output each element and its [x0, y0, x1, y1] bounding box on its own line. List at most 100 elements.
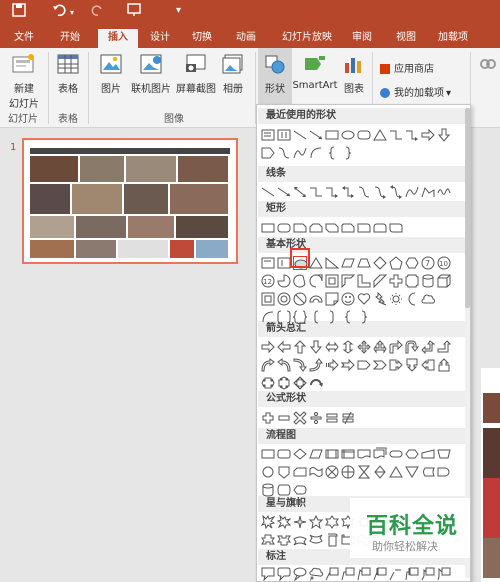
up-arrow-shape-icon[interactable]: [293, 340, 307, 354]
right-arrow-callout-shape-icon[interactable]: [389, 358, 403, 372]
online-picture-button[interactable]: 联机图片: [128, 54, 174, 95]
notched-right-arrow-shape-icon[interactable]: [341, 358, 355, 372]
left-up-arrow-shape-icon[interactable]: [421, 340, 435, 354]
rounded-rect-shape-icon[interactable]: [277, 221, 291, 235]
elbow-double-arrow-shape-icon[interactable]: [341, 185, 355, 199]
tab-slideshow[interactable]: 幻灯片放映: [278, 29, 336, 48]
arc-shape-icon[interactable]: [309, 146, 323, 160]
bent-arrow-shape-icon[interactable]: [389, 340, 403, 354]
preparation-shape-icon[interactable]: [405, 447, 419, 461]
decagon-shape-icon[interactable]: 10: [437, 256, 451, 270]
screenshot-button[interactable]: 屏幕截图: [174, 54, 218, 95]
quad-arrow-callout-shape-icon[interactable]: [293, 376, 307, 390]
up-down-arrow-callout-shape-icon[interactable]: [277, 376, 291, 390]
round-same-side-rect-shape-icon[interactable]: [373, 221, 387, 235]
trapezoid-shape-icon[interactable]: [357, 256, 371, 270]
line-callout-1-shape-icon[interactable]: [325, 567, 339, 581]
display-shape-icon[interactable]: [293, 483, 307, 497]
cloud-callout-shape-icon[interactable]: [309, 567, 323, 581]
curved-left-arrow-shape-icon[interactable]: [277, 358, 291, 372]
elbow-connector-shape-icon[interactable]: [389, 128, 403, 142]
alternate-process-shape-icon[interactable]: [277, 447, 291, 461]
elbow-connector-shape-icon[interactable]: [309, 185, 323, 199]
chord-shape-icon[interactable]: [293, 274, 307, 288]
tab-file[interactable]: 文件: [10, 29, 38, 48]
hexagon-shape-icon[interactable]: [405, 256, 419, 270]
circular-arrow-shape-icon[interactable]: [309, 376, 323, 390]
pie-shape-icon[interactable]: [277, 274, 291, 288]
curved-down-ribbon-shape-icon[interactable]: [309, 533, 323, 547]
slide-thumbnail[interactable]: [22, 138, 238, 264]
line-shape-icon[interactable]: [261, 185, 275, 199]
oval-callout-shape-icon[interactable]: [293, 567, 307, 581]
moon-shape-icon[interactable]: [405, 292, 419, 306]
u-turn-arrow-shape-icon[interactable]: [405, 340, 419, 354]
diamond-shape-icon[interactable]: [373, 256, 387, 270]
up-down-arrow-shape-icon[interactable]: [341, 340, 355, 354]
multidocument-shape-icon[interactable]: [373, 447, 387, 461]
textbox-shape-icon[interactable]: [261, 128, 275, 142]
left-right-arrow-callout-shape-icon[interactable]: [261, 376, 275, 390]
multiply-shape-icon[interactable]: [293, 411, 307, 425]
collate-shape-icon[interactable]: [357, 465, 371, 479]
process-shape-icon[interactable]: [261, 447, 275, 461]
snip-round-rect-shape-icon[interactable]: [341, 221, 355, 235]
down-arrow-shape-icon[interactable]: [437, 128, 451, 142]
quad-arrow-shape-icon[interactable]: [357, 340, 371, 354]
card-shape-icon[interactable]: [293, 465, 307, 479]
rectangle-shape-icon[interactable]: [325, 128, 339, 142]
right-bracket-shape-icon[interactable]: [325, 310, 339, 324]
lightning-bolt-shape-icon[interactable]: [373, 292, 387, 306]
bent-up-arrow-shape-icon[interactable]: [437, 340, 451, 354]
magnetic-disk-shape-icon[interactable]: [261, 483, 275, 497]
my-addins-button[interactable]: 我的加载项 ▾: [380, 84, 470, 99]
left-brace-shape-icon[interactable]: [325, 146, 339, 160]
round-single-corner-rect-shape-icon[interactable]: [357, 221, 371, 235]
store-button[interactable]: 应用商店: [380, 60, 460, 75]
plus-shape-icon[interactable]: [261, 411, 275, 425]
diagonal-stripe-shape-icon[interactable]: [373, 274, 387, 288]
tab-view[interactable]: 视图: [392, 29, 420, 48]
folded-corner-shape-icon[interactable]: [325, 292, 339, 306]
redo-icon[interactable]: [90, 3, 104, 21]
double-arrow-line-shape-icon[interactable]: [293, 185, 307, 199]
chart-button[interactable]: 图表: [340, 54, 368, 95]
rectangle-shape-icon[interactable]: [261, 221, 275, 235]
sort-shape-icon[interactable]: [373, 465, 387, 479]
present-icon[interactable]: [126, 3, 142, 21]
shapes-button[interactable]: 形状: [258, 48, 292, 104]
new-slide-button[interactable]: 新建 幻灯片: [4, 54, 44, 110]
curved-up-arrow-shape-icon[interactable]: [293, 358, 307, 372]
pentagon-shape-icon[interactable]: [389, 256, 403, 270]
triangle-shape-icon[interactable]: [309, 256, 323, 270]
tab-insert[interactable]: 插入: [98, 29, 138, 48]
vertical-textbox-shape-icon[interactable]: [277, 128, 291, 142]
extract-shape-icon[interactable]: [389, 465, 403, 479]
line-callout-4-shape-icon[interactable]: [421, 567, 435, 581]
line-callout-border-accent-shape-icon[interactable]: [405, 567, 419, 581]
chevron-shape-icon[interactable]: [373, 358, 387, 372]
l-shape-icon[interactable]: [357, 274, 371, 288]
document-shape-icon[interactable]: [357, 447, 371, 461]
textbox-shape-icon[interactable]: [261, 256, 275, 270]
divide-shape-icon[interactable]: [309, 411, 323, 425]
stored-data-shape-icon[interactable]: [421, 465, 435, 479]
tab-transitions[interactable]: 切换: [188, 29, 216, 48]
arc-shape-icon[interactable]: [261, 310, 275, 324]
line-callout-accent-bar-shape-icon[interactable]: [373, 567, 387, 581]
heptagon-shape-icon[interactable]: 7: [421, 256, 435, 270]
cube-shape-icon[interactable]: [437, 274, 451, 288]
tab-design[interactable]: 设计: [146, 29, 174, 48]
bevel-shape-icon[interactable]: [261, 292, 275, 306]
explosion-1-shape-icon[interactable]: [261, 515, 275, 529]
left-right-arrow-shape-icon[interactable]: [325, 340, 339, 354]
internal-storage-shape-icon[interactable]: [341, 447, 355, 461]
line-callout-5-shape-icon[interactable]: [437, 567, 451, 581]
gallery-scrollbar-thumb[interactable]: [465, 108, 470, 308]
left-brace-shape-icon[interactable]: [341, 310, 355, 324]
star-5-shape-icon[interactable]: [309, 515, 323, 529]
teardrop-shape-icon[interactable]: [309, 274, 323, 288]
minus-shape-icon[interactable]: [277, 411, 291, 425]
dodecagon-shape-icon[interactable]: 12: [261, 274, 275, 288]
curved-arrow-connector-shape-icon[interactable]: [373, 185, 387, 199]
